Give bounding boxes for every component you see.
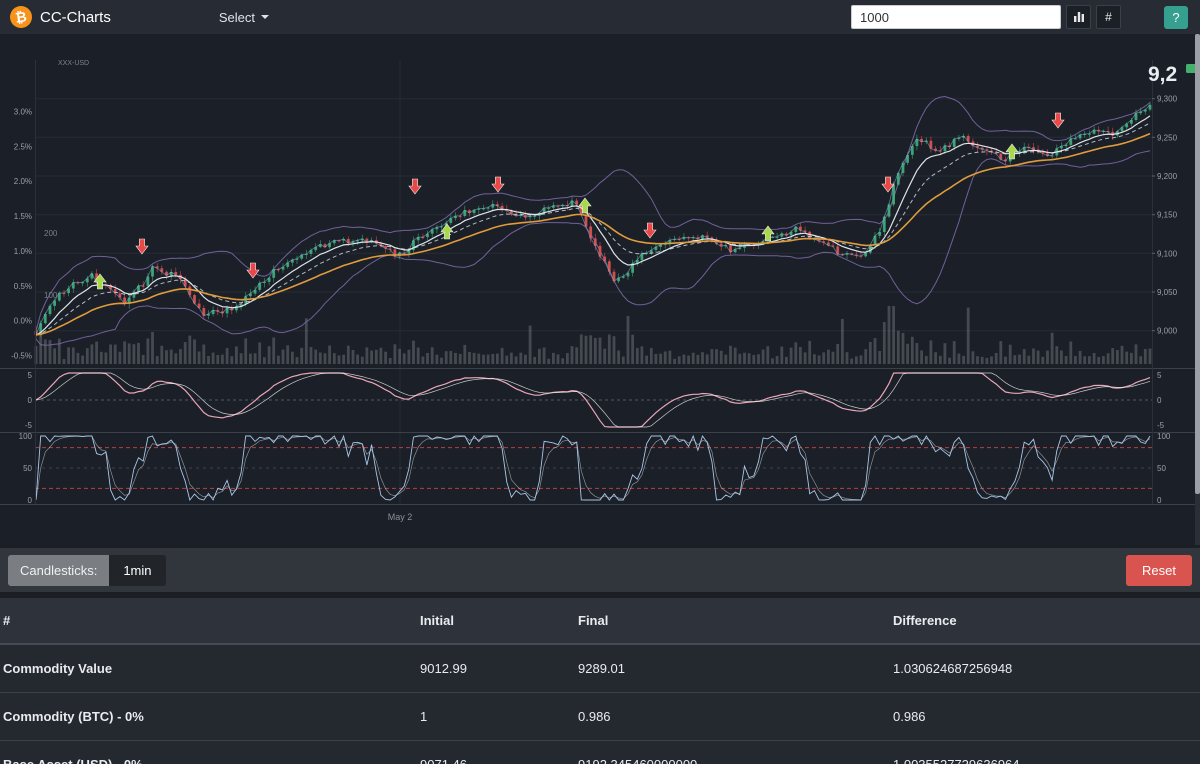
equalizer-icon [1073,11,1085,23]
svg-text:9,050: 9,050 [1157,288,1178,297]
svg-text:100: 100 [19,432,33,441]
svg-text:0.0%: 0.0% [14,317,32,326]
svg-text:9,100: 9,100 [1157,249,1178,258]
toolbar: Candlesticks: 1min Reset [0,548,1200,592]
equalizer-button[interactable] [1066,5,1091,29]
help-button[interactable]: ? [1164,6,1188,29]
row-label: Commodity Value [0,644,412,693]
svg-text:0: 0 [28,396,33,405]
current-price-ticker: 9,2 [1148,63,1177,86]
svg-text:5: 5 [1157,371,1162,380]
svg-text:2.0%: 2.0% [14,177,32,186]
svg-text:-5: -5 [1157,421,1165,430]
scrollbar[interactable] [1195,34,1200,545]
bitcoin-logo-icon: ₿ [9,5,34,30]
svg-text:2.5%: 2.5% [14,142,32,151]
table-row: Commodity Value9012.999289.011.030624687… [0,644,1200,693]
navbar-right: # ? [851,5,1190,29]
svg-text:-5: -5 [25,421,33,430]
col-header-final: Final [570,598,885,644]
select-label: Select [219,10,255,25]
cell-difference: 0.986 [885,693,1200,741]
brand[interactable]: ₿ CC-Charts [10,6,111,28]
svg-text:9,150: 9,150 [1157,211,1178,220]
table-header-row: # Initial Final Difference [0,598,1200,644]
cell-final: 9192.345460000000 [570,741,885,764]
candlesticks-label: Candlesticks: [8,555,109,586]
svg-text:100: 100 [1157,432,1171,441]
cell-difference: 1.030624687256948 [885,644,1200,693]
col-header-row-label: # [0,598,412,644]
svg-text:9,200: 9,200 [1157,172,1178,181]
svg-text:3.0%: 3.0% [14,108,32,117]
row-label: Commodity (BTC) - 0% [0,693,412,741]
cell-final: 9289.01 [570,644,885,693]
hash-button[interactable]: # [1096,5,1121,29]
svg-text:9,250: 9,250 [1157,133,1178,142]
select-dropdown[interactable]: Select [219,10,269,25]
table-row: Base Asset (USD) - 0%9071.469192.3454600… [0,741,1200,764]
col-header-initial: Initial [412,598,570,644]
brand-title: CC-Charts [40,9,111,26]
col-header-difference: Difference [885,598,1200,644]
svg-text:1.5%: 1.5% [14,212,32,221]
scrollbar-thumb[interactable] [1195,34,1200,494]
svg-text:0: 0 [1157,496,1162,505]
svg-text:9,000: 9,000 [1157,327,1178,336]
svg-text:0: 0 [1157,396,1162,405]
cell-final: 0.986 [570,693,885,741]
svg-text:-0.5%: -0.5% [11,351,32,360]
svg-text:1.0%: 1.0% [14,247,32,256]
results-table: # Initial Final Difference Commodity Val… [0,598,1200,764]
interval-1min-button[interactable]: 1min [109,555,165,586]
svg-text:XXX-USD: XXX-USD [58,60,89,67]
svg-text:50: 50 [1157,464,1166,473]
trading-chart[interactable]: 9,3009,2509,2009,1509,1009,0509,0003.0%2… [0,34,1200,545]
chart-section: 9,3009,2509,2009,1509,1009,0509,0003.0%2… [0,34,1200,545]
svg-text:5: 5 [28,371,33,380]
cell-difference: 1.0035527729636964 [885,741,1200,764]
candlesticks-group: Candlesticks: 1min [8,555,166,586]
navbar: ₿ CC-Charts Select # ? [0,0,1200,34]
cell-initial: 9012.99 [412,644,570,693]
cell-initial: 9071.46 [412,741,570,764]
svg-text:9,300: 9,300 [1157,95,1178,104]
svg-text:May 2: May 2 [388,512,413,522]
svg-text:200: 200 [44,229,58,238]
table-row: Commodity (BTC) - 0%10.9860.986 [0,693,1200,741]
cell-initial: 1 [412,693,570,741]
row-label: Base Asset (USD) - 0% [0,741,412,764]
svg-text:0.5%: 0.5% [14,282,32,291]
chevron-down-icon [261,15,269,19]
svg-text:50: 50 [23,464,32,473]
amount-input[interactable] [851,5,1061,29]
svg-text:100: 100 [44,291,58,300]
svg-text:0: 0 [28,496,33,505]
reset-button[interactable]: Reset [1126,555,1192,586]
results-section: # Initial Final Difference Commodity Val… [0,598,1200,764]
